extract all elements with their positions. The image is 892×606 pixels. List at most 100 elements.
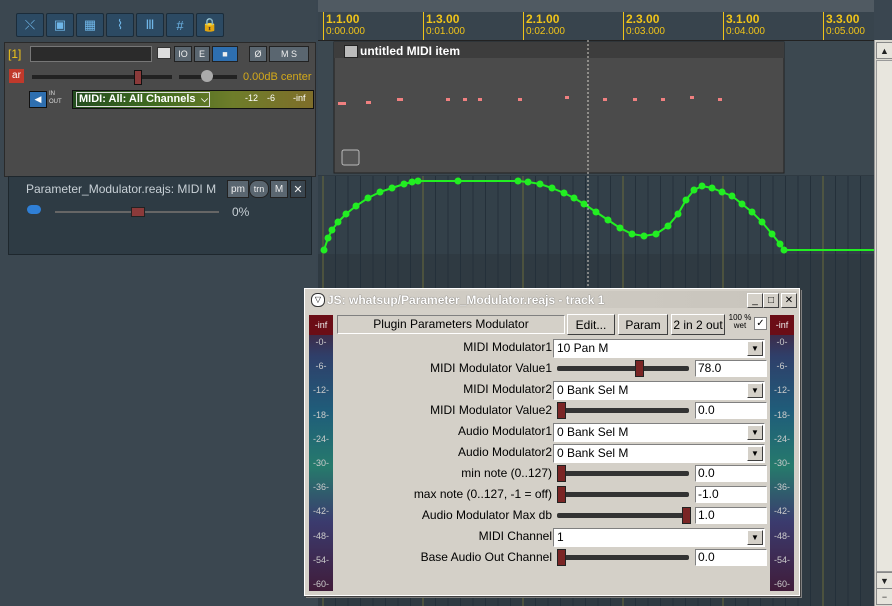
grid-lines-icon[interactable]: # [166,13,194,37]
io-routing-button[interactable]: 2 in 2 out [671,314,725,335]
record-input-select[interactable]: MIDI: All: All Channels ⌵ [76,92,210,107]
envelope-point[interactable] [376,188,384,196]
midi-note[interactable] [690,96,694,99]
chevron-down-icon[interactable]: ▼ [747,383,763,398]
param-slider-knob[interactable] [682,507,691,524]
pan-slider[interactable] [179,70,237,82]
envelope-point[interactable] [388,184,396,192]
envelope-point[interactable] [738,200,746,208]
param-slider[interactable] [557,549,689,566]
midi-note[interactable] [338,102,346,105]
envelope-point[interactable] [364,194,372,202]
fx-button[interactable]: ■ [212,46,238,62]
param-combo[interactable]: 1 ▼ [553,528,765,547]
item-properties-icon[interactable] [341,149,360,166]
zoom-out-icon[interactable]: − [876,588,892,605]
lock-icon[interactable]: 🔒 [196,13,224,37]
scroll-up-icon[interactable]: ▲ [876,42,892,59]
envelope-point[interactable] [548,184,556,192]
envelope-point[interactable] [698,182,706,190]
envelope-point[interactable] [560,189,568,197]
envelope-point[interactable] [776,240,784,248]
envelope-point[interactable] [524,178,532,186]
close-icon[interactable]: ✕ [290,180,306,198]
chevron-down-icon[interactable]: ▼ [747,530,763,545]
envelope-point[interactable] [570,194,578,202]
chevron-down-icon[interactable]: ▼ [747,446,763,461]
scroll-down-icon[interactable]: ▼ [876,572,892,589]
envelope-point[interactable] [718,188,726,196]
envelope-point[interactable] [690,186,698,194]
envelope-point[interactable] [320,246,328,254]
js-plugin-window[interactable]: ▽ JS: whatsup/Parameter_Modulator.reajs … [304,288,800,596]
envelope-line[interactable] [323,180,874,251]
midi-item[interactable] [333,41,785,174]
envelope-point[interactable] [324,234,332,242]
metronome-icon[interactable]: Ⅲ [136,13,164,37]
envelope-point[interactable] [780,246,788,254]
grid-icon[interactable]: ▦ [76,13,104,37]
envelope-point[interactable] [408,178,416,186]
envelope-point[interactable] [768,230,776,238]
chevron-down-icon[interactable]: ▼ [747,341,763,356]
param-combo[interactable]: 10 Pan M ▼ [553,339,765,358]
env-button[interactable]: E [194,46,210,62]
envelope-point[interactable] [352,202,360,210]
volume-knob[interactable] [134,70,142,85]
snap-icon[interactable]: ▣ [46,13,74,37]
param-value-field[interactable]: 0.0 [695,402,767,419]
envelope-point[interactable] [652,230,660,238]
param-value-field[interactable]: 1.0 [695,507,767,524]
track-name-input[interactable] [30,46,152,62]
envelope-point[interactable] [664,222,672,230]
param-slider[interactable] [557,360,689,377]
wet-checkbox[interactable]: ✓ [754,317,767,330]
param-value-field[interactable]: 0.0 [695,465,767,482]
parameter-slider[interactable] [55,207,219,217]
edit-button[interactable]: Edit... [567,314,615,335]
pan-knob[interactable] [201,70,213,82]
envelope-point[interactable] [342,210,350,218]
envelope-point[interactable] [640,232,648,240]
envelope-point[interactable] [400,180,408,188]
param-combo[interactable]: 0 Bank Sel M ▼ [553,381,765,400]
phase-button[interactable]: Ø [249,46,267,62]
lock-icon[interactable] [344,45,358,58]
param-slider[interactable] [557,465,689,482]
trn-button[interactable]: trn [249,180,269,198]
bypass-toggle[interactable] [27,205,41,214]
midi-note[interactable] [446,98,450,101]
envelope-point[interactable] [628,230,636,238]
scrollbar-thumb[interactable] [876,60,892,572]
plugin-window-titlebar[interactable]: ▽ JS: whatsup/Parameter_Modulator.reajs … [307,291,797,308]
envelope-point[interactable] [708,184,716,192]
midi-note[interactable] [397,98,403,101]
envelope-points[interactable] [320,177,788,254]
param-value-field[interactable]: 78.0 [695,360,767,377]
minimize-icon[interactable]: _ [747,293,763,308]
param-combo[interactable]: 0 Bank Sel M ▼ [553,423,765,442]
envelope-point[interactable] [758,218,766,226]
midi-note[interactable] [718,98,722,101]
envelope-point[interactable] [604,216,612,224]
param-combo[interactable]: 0 Bank Sel M ▼ [553,444,765,463]
envelope-point[interactable] [514,177,522,185]
envelope-point[interactable] [674,210,682,218]
io-button[interactable]: IO [174,46,192,62]
midi-note[interactable] [478,98,482,101]
midi-note[interactable] [661,98,665,101]
chevron-down-icon[interactable]: ▼ [747,425,763,440]
param-button[interactable]: Param [618,314,668,335]
param-slider-knob[interactable] [634,360,644,377]
midi-note[interactable] [366,101,371,104]
envelope-icon[interactable]: ⌇ [106,13,134,37]
param-value-field[interactable]: -1.0 [695,486,767,503]
track-1-panel[interactable]: [1] IO E ■ Ø M S ar 0.00dB center ◀ IN O… [4,42,316,177]
envelope-point[interactable] [580,200,588,208]
param-slider[interactable] [557,486,689,503]
midi-note[interactable] [633,98,637,101]
envelope-point[interactable] [334,218,342,226]
mute-solo-button[interactable]: M S [269,46,309,62]
record-arm-button[interactable]: ar [9,69,24,83]
envelope-point[interactable] [728,192,736,200]
